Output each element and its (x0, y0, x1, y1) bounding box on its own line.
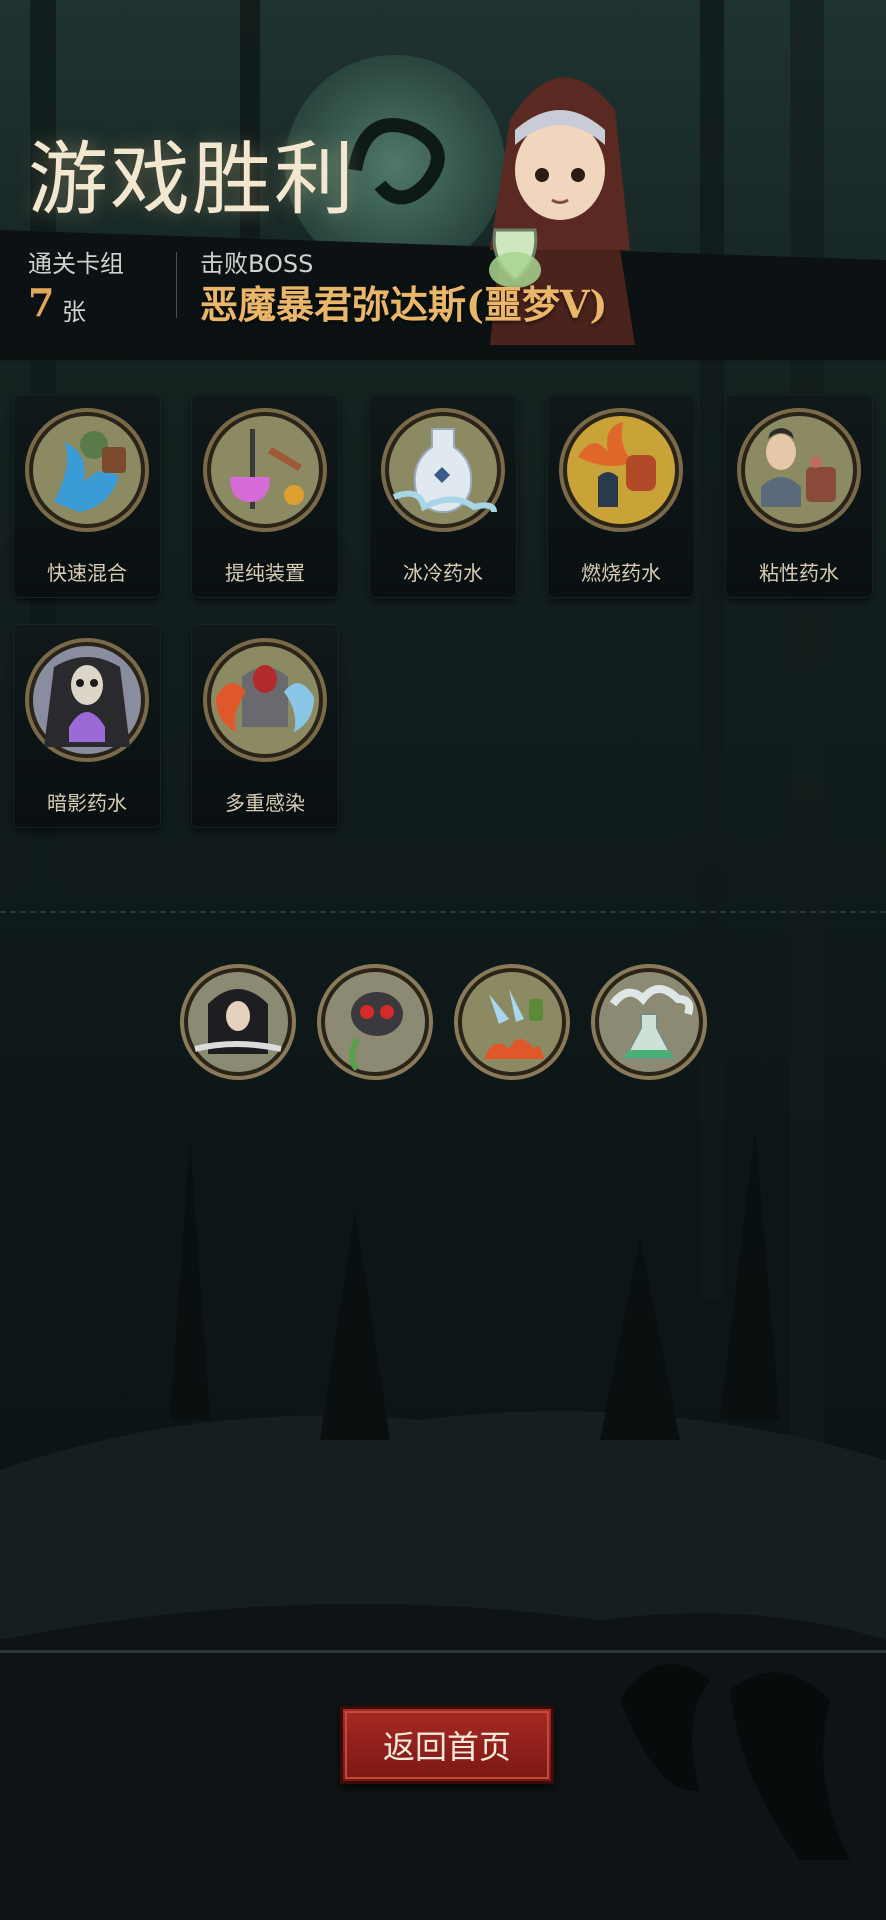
card-name: 暗影药水 (47, 791, 127, 815)
skull-mask-icon (317, 964, 433, 1080)
card-multi-infection[interactable]: 多重感染 (192, 625, 338, 827)
return-home-button[interactable]: 返回首页 (340, 1706, 554, 1784)
relic-hooded-rogue[interactable] (180, 964, 296, 1080)
deck-unit: 张 (62, 298, 86, 326)
hooded-rogue-icon (180, 964, 296, 1080)
card-shadow-potion[interactable]: 暗影药水 (14, 625, 160, 827)
card-name: 多重感染 (225, 791, 305, 815)
card-fire-potion[interactable]: 燃烧药水 (548, 395, 694, 597)
sticky-potion-icon (737, 408, 861, 532)
deck-count: 7 (28, 280, 55, 325)
card-purifier[interactable]: 提纯装置 (192, 395, 338, 597)
section-divider (0, 911, 886, 913)
relic-skull-mask[interactable] (317, 964, 433, 1080)
quick-mix-icon (25, 408, 149, 532)
game-victory-title: 游戏胜利 (28, 133, 356, 226)
card-name: 提纯装置 (225, 561, 305, 585)
ice-fire-shards-icon (454, 964, 570, 1080)
card-sticky-potion[interactable]: 粘性药水 (726, 395, 872, 597)
flask-smoke-icon (591, 964, 707, 1080)
deck-label: 通关卡组 (28, 250, 124, 278)
header-shade (0, 345, 886, 365)
relic-flask-smoke[interactable] (591, 964, 707, 1080)
card-name: 燃烧药水 (581, 561, 661, 585)
purifier-icon (203, 408, 327, 532)
relic-ice-fire-shards[interactable] (454, 964, 570, 1080)
ice-potion-icon (381, 408, 505, 532)
card-name: 冰冷药水 (403, 561, 483, 585)
card-name: 快速混合 (47, 561, 127, 585)
multi-infection-icon (203, 638, 327, 762)
shadow-potion-icon (25, 638, 149, 762)
card-name: 粘性药水 (759, 561, 839, 585)
card-quick-mix[interactable]: 快速混合 (14, 395, 160, 597)
stat-separator (176, 252, 177, 318)
boss-name: 恶魔暴君弥达斯(噩梦V) (200, 282, 608, 327)
card-ice-potion[interactable]: 冰冷药水 (370, 395, 516, 597)
fire-potion-icon (559, 408, 683, 532)
